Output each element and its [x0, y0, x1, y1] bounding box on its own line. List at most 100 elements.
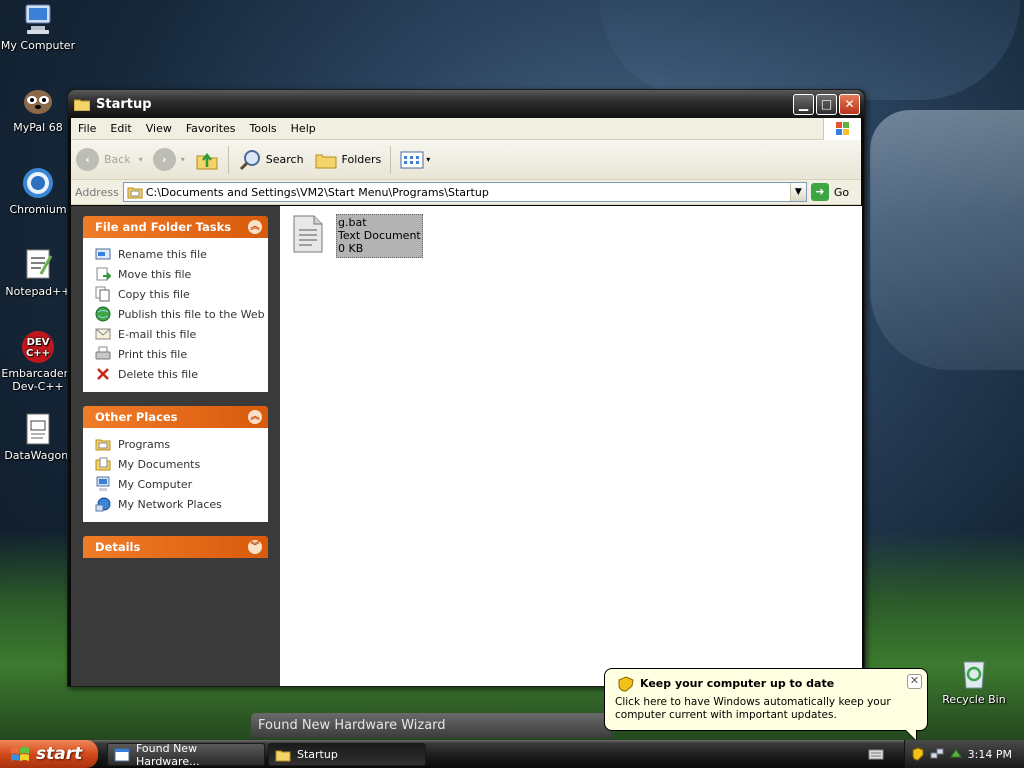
recycle-bin-icon: [957, 656, 991, 690]
toolbar-separator: [390, 145, 392, 174]
file-size: 0 KB: [338, 242, 364, 255]
svg-text:C++: C++: [26, 348, 50, 359]
my-documents-icon: [95, 457, 111, 471]
address-bar: Address C:\Documents and Settings\VM2\St…: [71, 180, 861, 205]
desktop-icon-notepadpp[interactable]: Notepad++: [0, 248, 76, 298]
search-button[interactable]: Search: [233, 148, 309, 172]
back-button[interactable]: ‹ Back ▾: [71, 148, 148, 171]
details-header[interactable]: Details ︾: [83, 536, 268, 558]
other-places-header[interactable]: Other Places ︽: [83, 406, 268, 428]
start-button[interactable]: start: [0, 740, 98, 768]
desktop-icon-my-computer[interactable]: My Computer: [0, 2, 76, 52]
desktop-icon-mypal[interactable]: MyPal 68: [0, 84, 76, 134]
file-name: g.bat: [338, 216, 367, 229]
go-button[interactable]: ➜ Go: [810, 183, 849, 201]
task-pane: File and Folder Tasks ︽ Rename this file…: [71, 206, 280, 686]
chromium-icon: [21, 166, 55, 200]
menu-edit[interactable]: Edit: [103, 122, 138, 135]
place-my-network-places[interactable]: My Network Places: [95, 494, 268, 514]
delete-x-icon: [97, 368, 109, 380]
safely-remove-icon[interactable]: [949, 747, 963, 761]
desktop-icon-label: My Computer: [0, 39, 76, 52]
desktop-icon-recycle-bin[interactable]: Recycle Bin: [936, 656, 1012, 706]
notepad-plus-plus-icon: [21, 248, 55, 282]
place-programs[interactable]: Programs: [95, 434, 268, 454]
folder-icon: [127, 187, 143, 199]
balloon-close-button[interactable]: ✕: [907, 674, 922, 689]
close-button[interactable]: ✕: [839, 93, 860, 115]
hardware-wizard-titlebar[interactable]: Found New Hardware Wizard: [251, 713, 611, 738]
title-bar[interactable]: Startup ▁ □ ✕: [68, 90, 864, 118]
document-icon: [21, 412, 55, 446]
file-type: Text Document: [338, 229, 421, 242]
menu-bar: File Edit View Favorites Tools Help: [71, 118, 861, 140]
devcpp-icon: DEV C++: [21, 330, 55, 364]
menu-help[interactable]: Help: [284, 122, 323, 135]
windows-flag-icon: [11, 747, 29, 761]
up-folder-button[interactable]: [190, 148, 224, 172]
task-publish-web[interactable]: Publish this file to the Web: [95, 304, 268, 324]
task-move[interactable]: Move this file: [95, 264, 268, 284]
folder-icon: [74, 99, 90, 111]
folders-button[interactable]: Folders: [309, 148, 387, 172]
clock[interactable]: 3:14 PM: [968, 748, 1012, 761]
maximize-button[interactable]: □: [816, 93, 837, 115]
back-arrow-icon: ‹: [76, 148, 99, 171]
views-icon: [400, 151, 424, 168]
file-item[interactable]: g.bat Text Document 0 KB: [292, 214, 423, 258]
taskbar-item-startup[interactable]: Startup: [268, 743, 426, 766]
security-shield-icon[interactable]: [911, 747, 925, 761]
toolbar: ‹ Back ▾ › ▾ Search Folders ▾: [71, 140, 861, 180]
other-places-panel: Other Places ︽ Programs My Documents My …: [83, 406, 268, 522]
desktop-icon-label: DataWagon.: [4, 449, 72, 462]
move-icon: [96, 267, 111, 281]
go-arrow-icon: ➜: [810, 183, 829, 201]
file-list-area[interactable]: g.bat Text Document 0 KB: [280, 206, 862, 686]
expand-chevron-icon[interactable]: ︾: [248, 540, 262, 554]
forward-button[interactable]: › ▾: [148, 148, 190, 171]
place-my-computer[interactable]: My Computer: [95, 474, 268, 494]
desktop-icon-chromium[interactable]: Chromium: [0, 166, 76, 216]
menu-view[interactable]: View: [139, 122, 179, 135]
printer-icon: [95, 346, 111, 360]
update-notification-balloon[interactable]: Keep your computer up to date Click here…: [604, 668, 928, 742]
place-my-documents[interactable]: My Documents: [95, 454, 268, 474]
taskbar-item-hardware-wizard[interactable]: Found New Hardware...: [107, 742, 265, 768]
task-print[interactable]: Print this file: [95, 344, 268, 364]
address-dropdown-icon[interactable]: ▼: [789, 183, 806, 201]
balloon-body: Click here to have Windows automatically…: [615, 696, 891, 721]
desktop-icon-label: Embarcadero Dev-C++: [1, 367, 75, 393]
task-copy[interactable]: Copy this file: [95, 284, 268, 304]
menu-tools[interactable]: Tools: [243, 122, 284, 135]
explorer-window: Startup ▁ □ ✕ File Edit View Favorites T…: [67, 89, 865, 687]
windows-flag-icon: [823, 118, 861, 140]
taskbar: start Found New Hardware... Startup 3:14…: [0, 740, 1024, 768]
desktop-icon-label: Recycle Bin: [942, 693, 1006, 706]
task-email[interactable]: E-mail this file: [95, 324, 268, 344]
shield-icon: [618, 676, 634, 692]
toolbar-separator: [227, 145, 229, 174]
collapse-chevron-icon[interactable]: ︽: [248, 410, 262, 424]
svg-text:DEV: DEV: [27, 337, 50, 348]
address-label: Address: [75, 185, 119, 199]
desktop-icon-devcpp[interactable]: DEV C++ Embarcadero Dev-C++: [0, 330, 76, 393]
menu-file[interactable]: File: [71, 122, 103, 135]
minimize-button[interactable]: ▁: [793, 93, 814, 115]
desktop-icon-datawagon[interactable]: DataWagon.: [0, 412, 76, 462]
details-panel: Details ︾: [83, 536, 268, 558]
balloon-title: Keep your computer up to date: [640, 677, 835, 690]
network-icon[interactable]: [930, 747, 944, 761]
folders-icon: [315, 154, 337, 168]
window-icon: [114, 748, 130, 761]
keyboard-icon[interactable]: [868, 747, 884, 761]
menu-favorites[interactable]: Favorites: [179, 122, 243, 135]
views-button[interactable]: ▾: [395, 150, 435, 170]
task-rename[interactable]: Rename this file: [95, 244, 268, 264]
text-document-icon: [293, 215, 323, 253]
file-folder-tasks-panel: File and Folder Tasks ︽ Rename this file…: [83, 216, 268, 392]
task-delete[interactable]: Delete this file: [95, 364, 268, 384]
collapse-chevron-icon[interactable]: ︽: [248, 220, 262, 234]
address-input[interactable]: C:\Documents and Settings\VM2\Start Menu…: [122, 182, 807, 202]
file-folder-tasks-header[interactable]: File and Folder Tasks ︽: [83, 216, 268, 238]
globe-icon: [95, 306, 111, 322]
